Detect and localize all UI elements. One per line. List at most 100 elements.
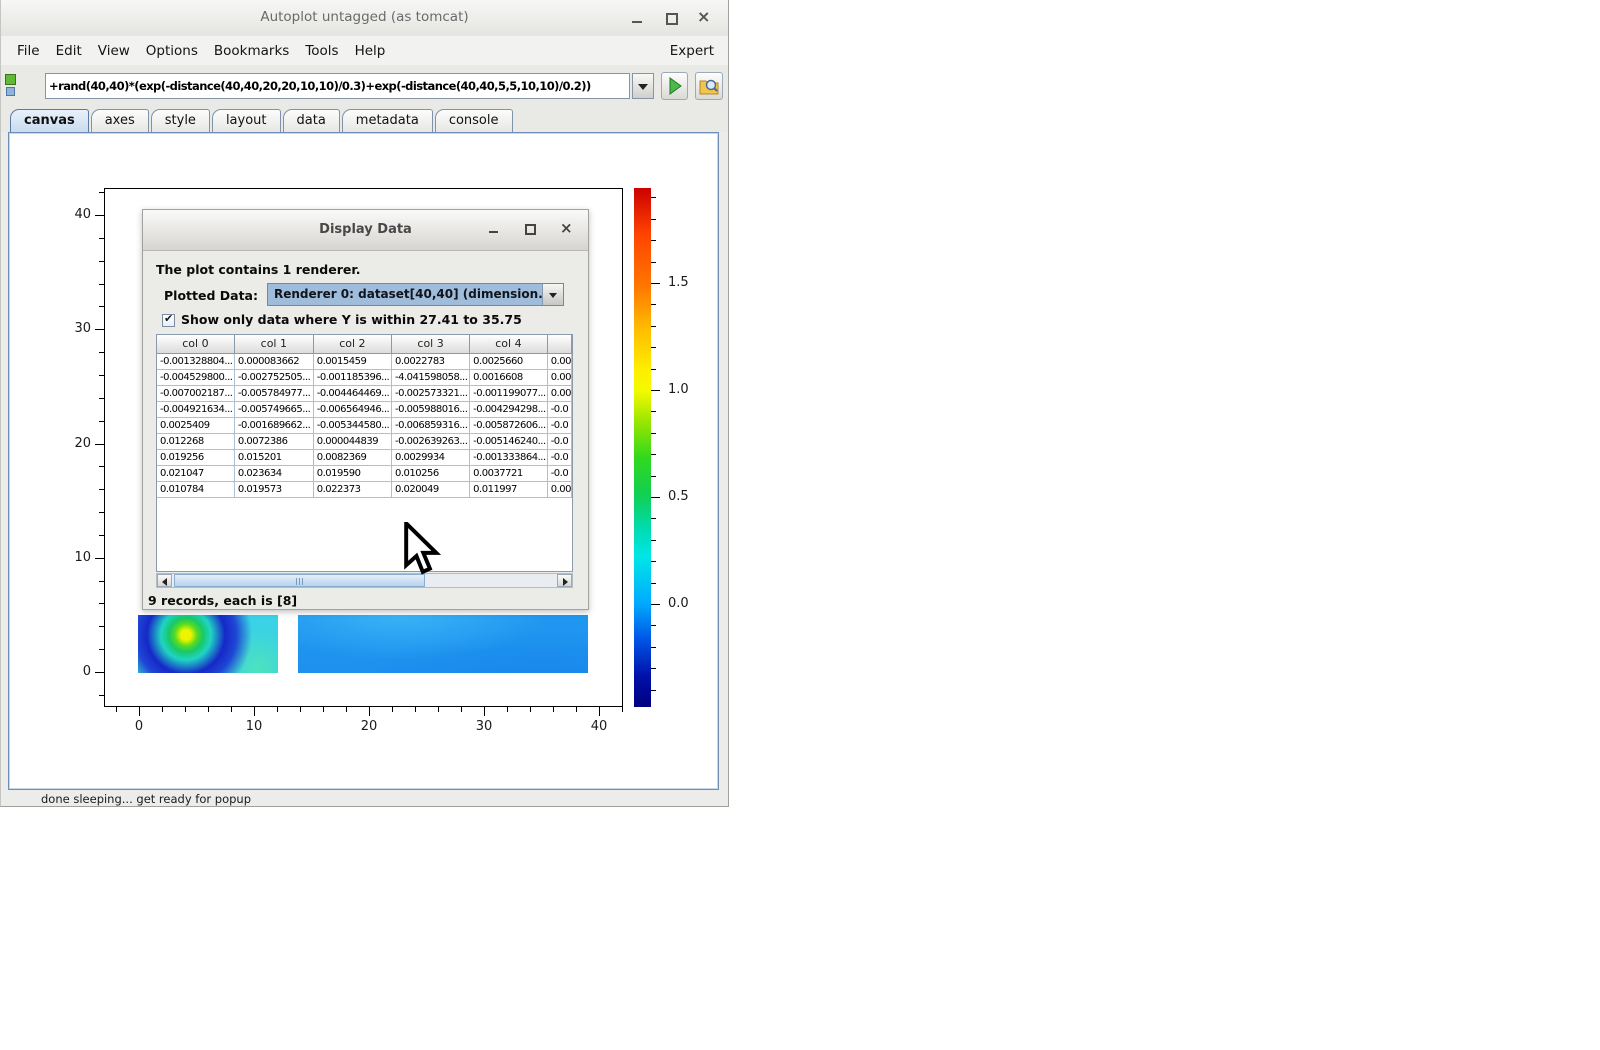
- address-input[interactable]: [45, 73, 630, 99]
- table-cell[interactable]: -0.001185396...: [313, 369, 391, 385]
- menu-tools[interactable]: Tools: [297, 43, 346, 59]
- table-cell[interactable]: 0.000044839: [313, 433, 391, 449]
- table-cell[interactable]: 0.010784: [157, 481, 234, 497]
- table-cell[interactable]: -0.005749665...: [234, 401, 313, 417]
- table-row[interactable]: 0.0210470.0236340.0195900.0102560.003772…: [157, 465, 572, 481]
- filter-checkbox[interactable]: ✔: [162, 314, 175, 327]
- table-cell[interactable]: -0.0: [547, 433, 571, 449]
- table-cell[interactable]: 0.021047: [157, 465, 234, 481]
- table-header[interactable]: col 3: [391, 335, 469, 353]
- table-cell[interactable]: 0.015201: [234, 449, 313, 465]
- dialog-maximize-icon[interactable]: [523, 223, 536, 236]
- table-cell[interactable]: 0.019256: [157, 449, 234, 465]
- table-cell[interactable]: -0.0: [547, 401, 571, 417]
- tab-canvas[interactable]: canvas: [10, 109, 89, 132]
- table-row[interactable]: -0.007002187...-0.005784977...-0.0044644…: [157, 385, 572, 401]
- table-cell[interactable]: 0.022373: [313, 481, 391, 497]
- table-cell[interactable]: -0.005872606...: [470, 417, 548, 433]
- table-header[interactable]: col 2: [313, 335, 391, 353]
- dialog-minimize-icon[interactable]: [487, 223, 500, 236]
- minimize-icon[interactable]: [630, 11, 644, 25]
- table-cell[interactable]: 0.0037721: [470, 465, 548, 481]
- table-cell[interactable]: -0.001689662...: [234, 417, 313, 433]
- maximize-icon[interactable]: [664, 11, 678, 25]
- table-cell[interactable]: 0.00: [547, 385, 571, 401]
- table-row[interactable]: -0.004921634...-0.005749665...-0.0065649…: [157, 401, 572, 417]
- table-cell[interactable]: -0.0: [547, 449, 571, 465]
- table-cell[interactable]: 0.019573: [234, 481, 313, 497]
- table-cell[interactable]: 0.0025409: [157, 417, 234, 433]
- table-cell[interactable]: -0.001328804...: [157, 353, 234, 369]
- table-row[interactable]: -0.004529800...-0.002752505...-0.0011853…: [157, 369, 572, 385]
- table-header[interactable]: col 4: [470, 335, 548, 353]
- table-cell[interactable]: -0.004464469...: [313, 385, 391, 401]
- table-cell[interactable]: -0.007002187...: [157, 385, 234, 401]
- table-row[interactable]: 0.0122680.00723860.000044839-0.002639263…: [157, 433, 572, 449]
- table-cell[interactable]: -0.005988016...: [391, 401, 469, 417]
- table-cell[interactable]: 0.011997: [470, 481, 548, 497]
- table-cell[interactable]: 0.0022783: [391, 353, 469, 369]
- table-cell[interactable]: 0.0082369: [313, 449, 391, 465]
- table-cell[interactable]: -0.004921634...: [157, 401, 234, 417]
- table-cell[interactable]: -0.0: [547, 417, 571, 433]
- window-titlebar[interactable]: Autoplot untagged (as tomcat) ×: [1, 0, 728, 37]
- table-cell[interactable]: 0.0072386: [234, 433, 313, 449]
- menu-file[interactable]: File: [9, 43, 48, 59]
- menu-view[interactable]: View: [90, 43, 138, 59]
- table-cell[interactable]: -0.006859316...: [391, 417, 469, 433]
- table-cell[interactable]: -0.001333864...: [470, 449, 548, 465]
- tab-console[interactable]: console: [435, 109, 513, 132]
- table-row[interactable]: 0.0107840.0195730.0223730.0200490.011997…: [157, 481, 572, 497]
- table-cell[interactable]: -0.002573321...: [391, 385, 469, 401]
- dialog-titlebar[interactable]: Display Data ×: [143, 210, 588, 251]
- dialog-close-icon[interactable]: ×: [559, 223, 572, 236]
- menu-expert[interactable]: Expert: [670, 43, 728, 59]
- table-cell[interactable]: -0.001199077...: [470, 385, 548, 401]
- table-cell[interactable]: -0.002752505...: [234, 369, 313, 385]
- menu-options[interactable]: Options: [138, 43, 206, 59]
- tab-style[interactable]: style: [151, 109, 210, 132]
- tab-metadata[interactable]: metadata: [342, 109, 433, 132]
- table-cell[interactable]: 0.019590: [313, 465, 391, 481]
- scroll-left-button[interactable]: [157, 574, 172, 587]
- menu-bookmarks[interactable]: Bookmarks: [206, 43, 297, 59]
- tab-data[interactable]: data: [283, 109, 340, 132]
- table-row[interactable]: -0.001328804...0.0000836620.00154590.002…: [157, 353, 572, 369]
- table-cell[interactable]: -4.041598058...: [391, 369, 469, 385]
- table-cell[interactable]: 0.00: [547, 481, 571, 497]
- table-cell[interactable]: 0.0015459: [313, 353, 391, 369]
- menu-help[interactable]: Help: [347, 43, 394, 59]
- menu-edit[interactable]: Edit: [48, 43, 90, 59]
- table-cell[interactable]: -0.004529800...: [157, 369, 234, 385]
- tab-axes[interactable]: axes: [91, 109, 149, 132]
- table-header[interactable]: col 1: [234, 335, 313, 353]
- table-cell[interactable]: -0.005344580...: [313, 417, 391, 433]
- scroll-right-button[interactable]: [557, 574, 572, 587]
- table-cell[interactable]: -0.005784977...: [234, 385, 313, 401]
- table-cell[interactable]: -0.002639263...: [391, 433, 469, 449]
- table-cell[interactable]: 0.0029934: [391, 449, 469, 465]
- table-cell[interactable]: 0.00: [547, 369, 571, 385]
- table-cell[interactable]: -0.004294298...: [470, 401, 548, 417]
- combobox-arrow-button[interactable]: [542, 284, 563, 305]
- table-header[interactable]: col 0: [157, 335, 234, 353]
- horizontal-scrollbar[interactable]: [156, 573, 573, 588]
- table-header[interactable]: [547, 335, 571, 353]
- table-row[interactable]: 0.0192560.0152010.00823690.0029934-0.001…: [157, 449, 572, 465]
- table-cell[interactable]: -0.0: [547, 465, 571, 481]
- table-cell[interactable]: 0.00: [547, 353, 571, 369]
- table-cell[interactable]: 0.0016608: [470, 369, 548, 385]
- table-row[interactable]: 0.0025409-0.001689662...-0.005344580...-…: [157, 417, 572, 433]
- table-cell[interactable]: -0.005146240...: [470, 433, 548, 449]
- go-button[interactable]: [661, 72, 688, 100]
- scrollbar-thumb[interactable]: [174, 574, 425, 587]
- table-cell[interactable]: 0.000083662: [234, 353, 313, 369]
- close-icon[interactable]: ×: [697, 11, 711, 25]
- table-cell[interactable]: 0.0025660: [470, 353, 548, 369]
- table-cell[interactable]: 0.010256: [391, 465, 469, 481]
- renderer-combobox[interactable]: Renderer 0: dataset[40,40] (dimension...: [267, 283, 564, 306]
- address-dropdown-button[interactable]: [632, 73, 654, 99]
- table-cell[interactable]: -0.006564946...: [313, 401, 391, 417]
- tab-layout[interactable]: layout: [212, 109, 281, 132]
- inspect-button[interactable]: [695, 72, 723, 100]
